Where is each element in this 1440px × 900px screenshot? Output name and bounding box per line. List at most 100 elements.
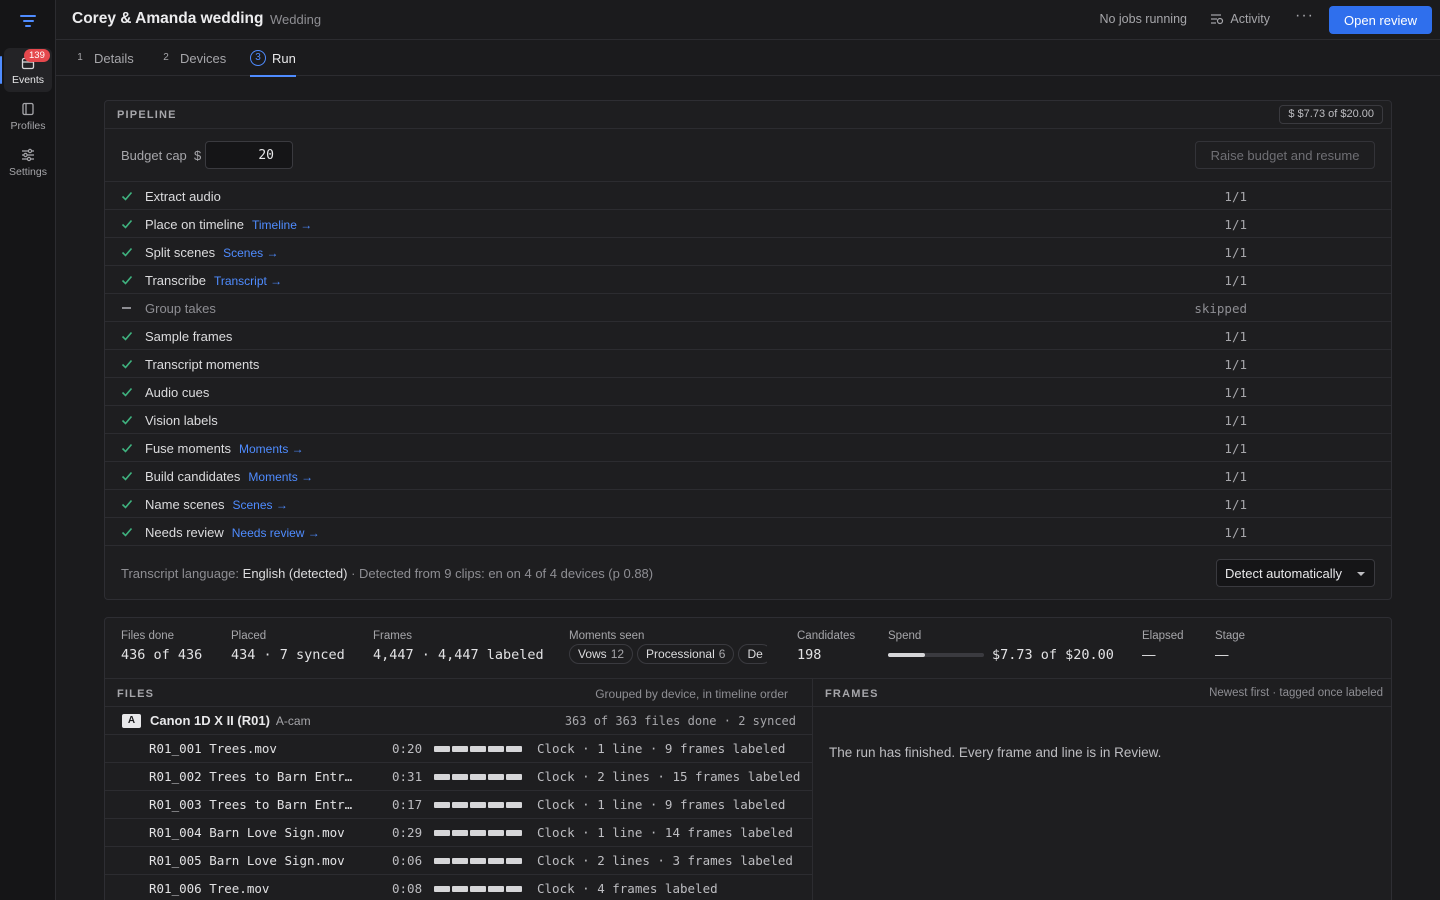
more-menu-icon[interactable]: ··· [1295, 7, 1314, 25]
check-icon [121, 359, 133, 369]
check-icon [121, 191, 133, 201]
stage-link[interactable]: Needs review → [232, 526, 320, 540]
device-badge-icon: A [122, 714, 141, 728]
progress-segment [452, 886, 468, 892]
moment-chip[interactable]: De [738, 644, 767, 664]
stage-name-text: Split scenes [145, 245, 216, 260]
rail-item-label: Settings [9, 166, 47, 178]
budget-currency: $ [194, 148, 202, 163]
rail-item-profiles[interactable]: Profiles [4, 94, 52, 138]
stage-count: 1/1 [1224, 469, 1247, 484]
check-icon [121, 219, 133, 229]
file-progress-bars [434, 858, 522, 864]
stage-link[interactable]: Timeline → [252, 218, 312, 232]
check-icon [121, 443, 133, 453]
progress-segment [506, 886, 522, 892]
stage-name-text: Extract audio [145, 189, 221, 204]
language-select[interactable]: Detect automatically [1216, 559, 1375, 587]
stat-value: — [1215, 647, 1229, 662]
file-name: R01_005 Barn Love Sign.mov [149, 853, 345, 868]
progress-segment [488, 746, 504, 752]
run-stats-card: Files done 436 of 436 Placed 434 · 7 syn… [104, 617, 1392, 900]
stat-placed: Placed 434 · 7 synced [231, 630, 345, 663]
file-row[interactable]: R01_004 Barn Love Sign.mov 0:29 Clock · 1 … [105, 819, 812, 847]
stat-value: 4,447 · 4,447 labeled [373, 647, 544, 663]
file-row[interactable]: R01_002 Trees to Barn Entrance.mov 0:31 Cl… [105, 763, 812, 791]
stage-link[interactable]: Moments → [239, 442, 304, 456]
device-name: Canon 1D X II (R01) A-cam [150, 713, 311, 728]
stage-link[interactable]: Scenes → [232, 498, 287, 512]
page-title: Corey & Amanda wedding [72, 10, 264, 27]
file-name: R01_004 Barn Love Sign.mov [149, 825, 345, 840]
device-row[interactable]: A Canon 1D X II (R01) A-cam 363 of 363 fi… [105, 707, 812, 735]
language-select-value: Detect automatically [1225, 566, 1343, 581]
stage-name: Audio cues [145, 385, 209, 400]
progress-segment [506, 858, 522, 864]
file-row[interactable]: R01_006 Tree.mov 0:08 Clock · 4 frames lab… [105, 875, 812, 900]
open-review-button[interactable]: Open review [1329, 6, 1432, 34]
check-icon [121, 247, 133, 257]
tab-label: Devices [180, 50, 227, 66]
file-name: R01_003 Trees to Barn Entrance.mov [149, 797, 359, 812]
spend-chip: $ $7.73 of $20.00 [1279, 105, 1383, 124]
rail-item-settings[interactable]: Settings [4, 140, 52, 184]
skipped-icon [122, 307, 131, 309]
rail-item-events[interactable]: 139 Events [0, 48, 52, 92]
language-info: Transcript language: English (detected) … [121, 566, 653, 581]
stage-link[interactable]: Moments → [248, 470, 313, 484]
language-value: English (detected) [242, 566, 348, 581]
budget-cap-input[interactable] [205, 141, 293, 169]
files-note: Grouped by device, in timeline order [595, 687, 788, 701]
file-status: Clock · 2 lines · 3 frames labeled [537, 853, 793, 868]
spend-progress-bar [888, 653, 984, 657]
pipeline-stage-row: Audio cues 1/1 [105, 378, 1391, 406]
pipeline-stage-row: Split scenes Scenes → 1/1 [105, 238, 1391, 266]
moment-chip[interactable]: Vows 12 [569, 644, 634, 664]
check-icon [121, 471, 133, 481]
stage-name-text: Transcript moments [145, 357, 260, 372]
stage-name-text: Name scenes [145, 497, 225, 512]
tab-number: 3 [250, 50, 266, 66]
check-icon [121, 499, 133, 509]
progress-segment [506, 746, 522, 752]
section-title: FILES [117, 688, 155, 700]
frames-pane: FRAMES Newest first · tagged once labele… [813, 679, 1391, 900]
stat-label: Elapsed [1142, 630, 1184, 642]
tab-devices[interactable]: 2 Devices [158, 40, 226, 76]
stage-count: 1/1 [1224, 497, 1247, 512]
file-duration: 0:06 [392, 853, 423, 868]
events-badge: 139 [24, 49, 50, 62]
file-status: Clock · 2 lines · 15 frames labeled [537, 769, 801, 784]
pipeline-card: PIPELINE $ $7.73 of $20.00 Budget cap $ … [104, 100, 1392, 600]
tab-run[interactable]: 3 Run [250, 40, 296, 77]
stat-moments: Moments seen Vows 12 Processional 6 De [569, 630, 767, 664]
file-duration: 0:31 [392, 769, 423, 784]
progress-segment [470, 858, 486, 864]
progress-segment [434, 858, 450, 864]
tab-details[interactable]: 1 Details [72, 40, 134, 76]
progress-segment [506, 830, 522, 836]
app-logo-icon[interactable] [20, 15, 36, 29]
file-progress-bars [434, 746, 522, 752]
stage-name-text: Place on timeline [145, 217, 244, 232]
file-row[interactable]: R01_003 Trees to Barn Entrance.mov 0:17 Cl… [105, 791, 812, 819]
activity-button[interactable]: Activity [1210, 12, 1270, 26]
spend-value: $7.73 of $20.00 [992, 647, 1114, 663]
pipeline-stage-row: Place on timeline Timeline → 1/1 [105, 210, 1391, 238]
stage-link[interactable]: Transcript → [214, 274, 282, 288]
budget-label: Budget cap [121, 148, 187, 163]
pipeline-stage-row: Build candidates Moments → 1/1 [105, 462, 1391, 490]
progress-segment [506, 774, 522, 780]
check-icon [121, 415, 133, 425]
stat-value: 436 of 436 [121, 647, 203, 663]
stage-link[interactable]: Scenes → [223, 246, 278, 260]
file-name: R01_001 Trees.mov [149, 741, 277, 756]
file-row[interactable]: R01_001 Trees.mov 0:20 Clock · 1 line · 9 … [105, 735, 812, 763]
jobs-status: No jobs running [1099, 12, 1187, 26]
chip-label: De [747, 647, 763, 661]
raise-budget-button[interactable]: Raise budget and resume [1195, 141, 1375, 169]
file-row[interactable]: R01_005 Barn Love Sign.mov 0:06 Clock · 2 … [105, 847, 812, 875]
pipeline-stage-row: Name scenes Scenes → 1/1 [105, 490, 1391, 518]
moment-chip[interactable]: Processional 6 [637, 644, 735, 664]
file-name: R01_006 Tree.mov [149, 881, 270, 896]
